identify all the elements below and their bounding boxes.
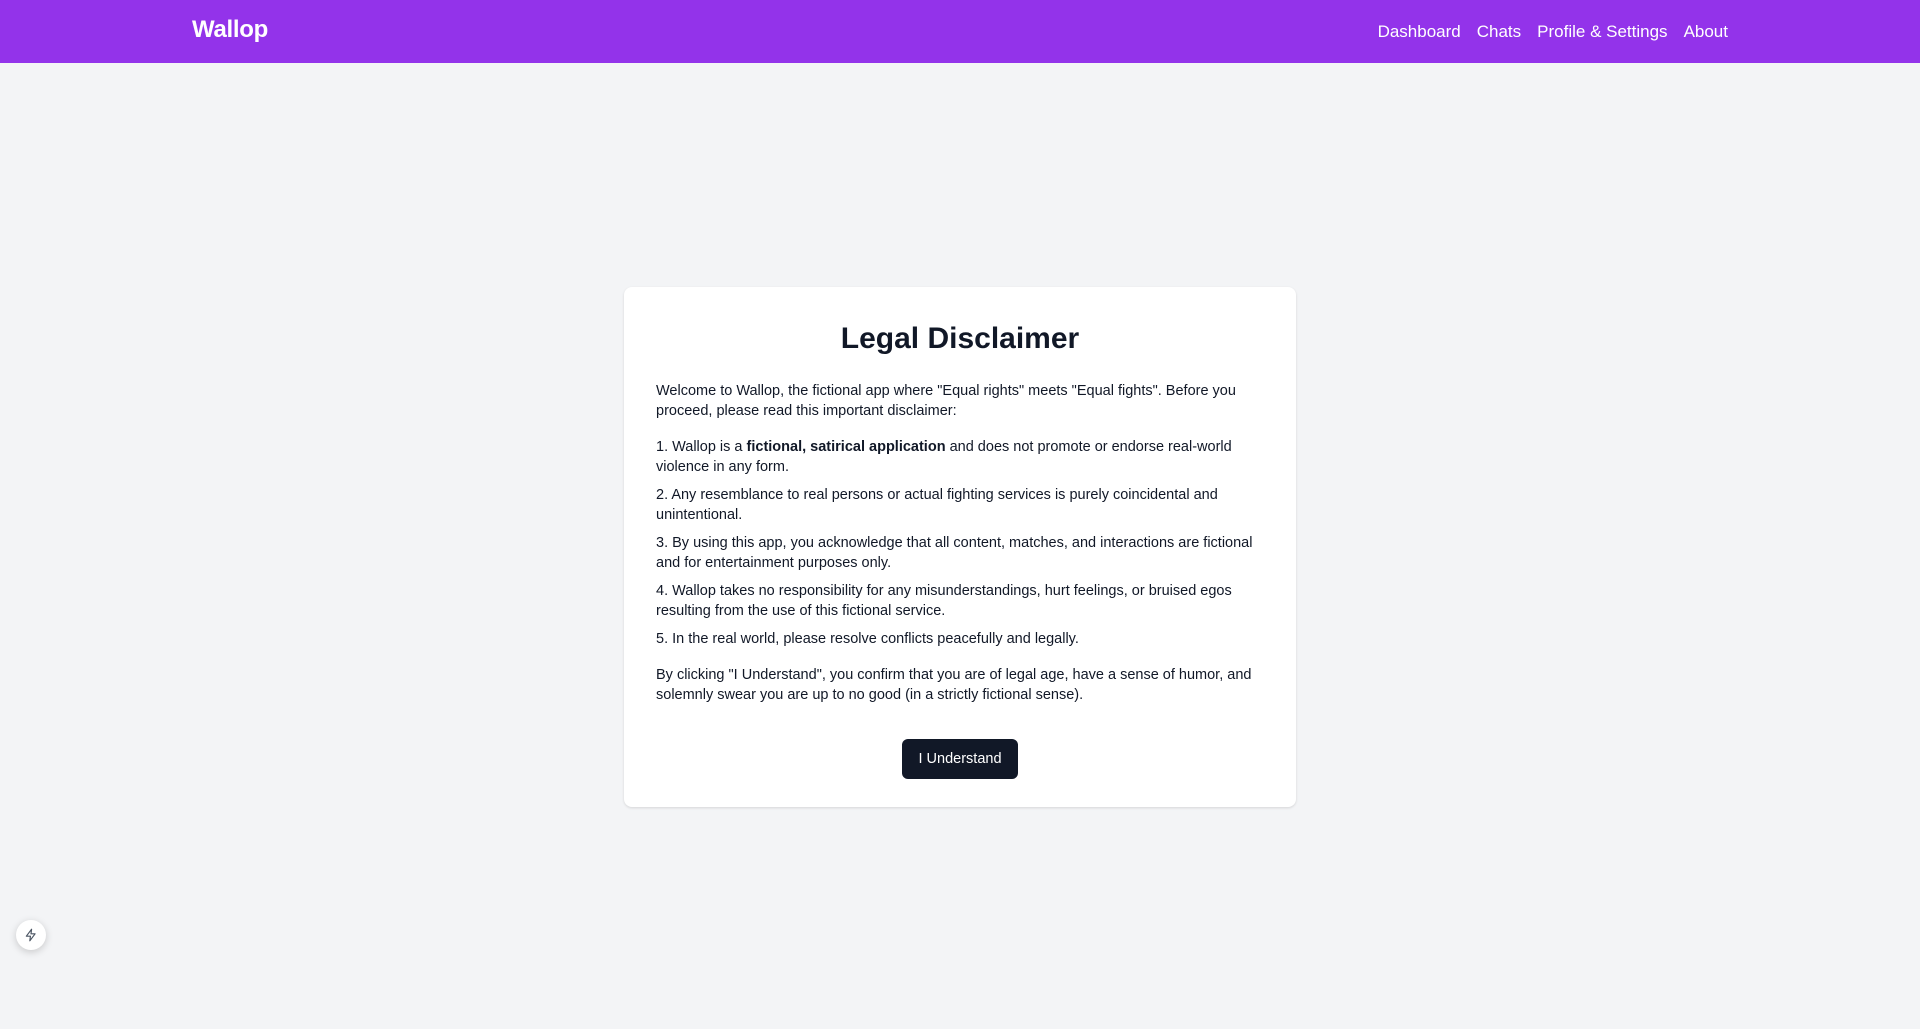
disclaimer-card: Legal Disclaimer Welcome to Wallop, the … <box>624 287 1296 807</box>
top-navbar: Wallop Dashboard Chats Profile & Setting… <box>0 0 1920 63</box>
page-title: Legal Disclaimer <box>840 322 1080 355</box>
button-row: I Understand <box>656 739 1264 779</box>
item-1-prefix: 1. Wallop is a <box>656 439 747 455</box>
item-1-bold: fictional, satirical application <box>746 439 946 455</box>
dev-tools-button[interactable] <box>16 920 46 950</box>
disclaimer-item-3: 3. By using this app, you acknowledge th… <box>656 535 1253 571</box>
disclaimer-intro: Welcome to Wallop, the fictional app whe… <box>656 383 1236 419</box>
nav-link-about[interactable]: About <box>1684 21 1728 43</box>
nav-link-profile-settings[interactable]: Profile & Settings <box>1537 21 1667 43</box>
nav-links: Dashboard Chats Profile & Settings About <box>1378 21 1728 43</box>
disclaimer-item-4: 4. Wallop takes no responsibility for an… <box>656 583 1232 619</box>
disclaimer-item-1: 1. Wallop is a fictional, satirical appl… <box>656 437 1264 477</box>
disclaimer-item-5: 5. In the real world, please resolve con… <box>656 631 1079 647</box>
disclaimer-item-2: 2. Any resemblance to real persons or ac… <box>656 487 1218 523</box>
lightning-bolt-icon <box>25 928 36 942</box>
disclaimer-outro: By clicking "I Understand", you confirm … <box>656 667 1252 703</box>
nav-link-chats[interactable]: Chats <box>1477 21 1521 43</box>
disclaimer-list: 1. Wallop is a fictional, satirical appl… <box>656 437 1264 649</box>
brand-logo-link[interactable]: Wallop <box>192 16 268 44</box>
i-understand-button[interactable]: I Understand <box>902 739 1018 779</box>
nav-link-dashboard[interactable]: Dashboard <box>1378 21 1461 43</box>
